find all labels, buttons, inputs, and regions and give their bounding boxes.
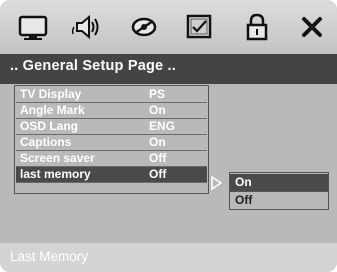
last-memory-options: On Off (229, 172, 329, 210)
option-label: Off (235, 193, 253, 207)
preferences-icon[interactable] (180, 10, 218, 44)
settings-list: TV Display PS Angle Mark On OSD Lang ENG… (14, 85, 209, 194)
setting-value: ENG (149, 119, 176, 133)
setting-row-tv-display[interactable]: TV Display PS (16, 87, 207, 103)
setting-value: On (149, 135, 166, 149)
page-title: .. General Setup Page .. (10, 58, 176, 74)
setting-row-osd-lang[interactable]: OSD Lang ENG (16, 119, 207, 135)
setting-row-angle-mark[interactable]: Angle Mark On (16, 103, 207, 119)
setting-label: Captions (20, 135, 72, 149)
setting-row-screen-saver[interactable]: Screen saver Off (16, 151, 207, 167)
setting-row-captions[interactable]: Captions On (16, 135, 207, 151)
tv-icon[interactable] (14, 10, 52, 44)
status-text: Last Memory (10, 249, 89, 264)
setting-label: TV Display (20, 87, 82, 101)
option-on[interactable]: On (230, 174, 328, 191)
option-off[interactable]: Off (230, 191, 328, 209)
speaker-icon[interactable] (67, 10, 105, 44)
setting-label: Screen saver (20, 151, 95, 165)
setting-row-last-memory[interactable]: last memory Off (16, 167, 207, 183)
setting-value: Off (149, 151, 167, 165)
setting-label: last memory (20, 167, 91, 181)
setting-label: Angle Mark (20, 103, 85, 117)
submenu-pointer-icon (210, 175, 224, 196)
setting-value: Off (149, 167, 167, 181)
setup-menu-screen: .. General Setup Page .. TV Display PS A… (0, 0, 337, 272)
video-settings-icon[interactable] (125, 10, 163, 44)
close-icon[interactable] (293, 10, 331, 44)
icon-tab-bar (0, 0, 337, 54)
setting-label: OSD Lang (20, 119, 79, 133)
page-title-bar: .. General Setup Page .. (0, 54, 337, 84)
status-bar: Last Memory (0, 243, 337, 272)
setting-value: PS (149, 87, 166, 101)
setting-value: On (149, 103, 166, 117)
option-label: On (235, 175, 252, 189)
lock-icon[interactable] (238, 10, 276, 44)
